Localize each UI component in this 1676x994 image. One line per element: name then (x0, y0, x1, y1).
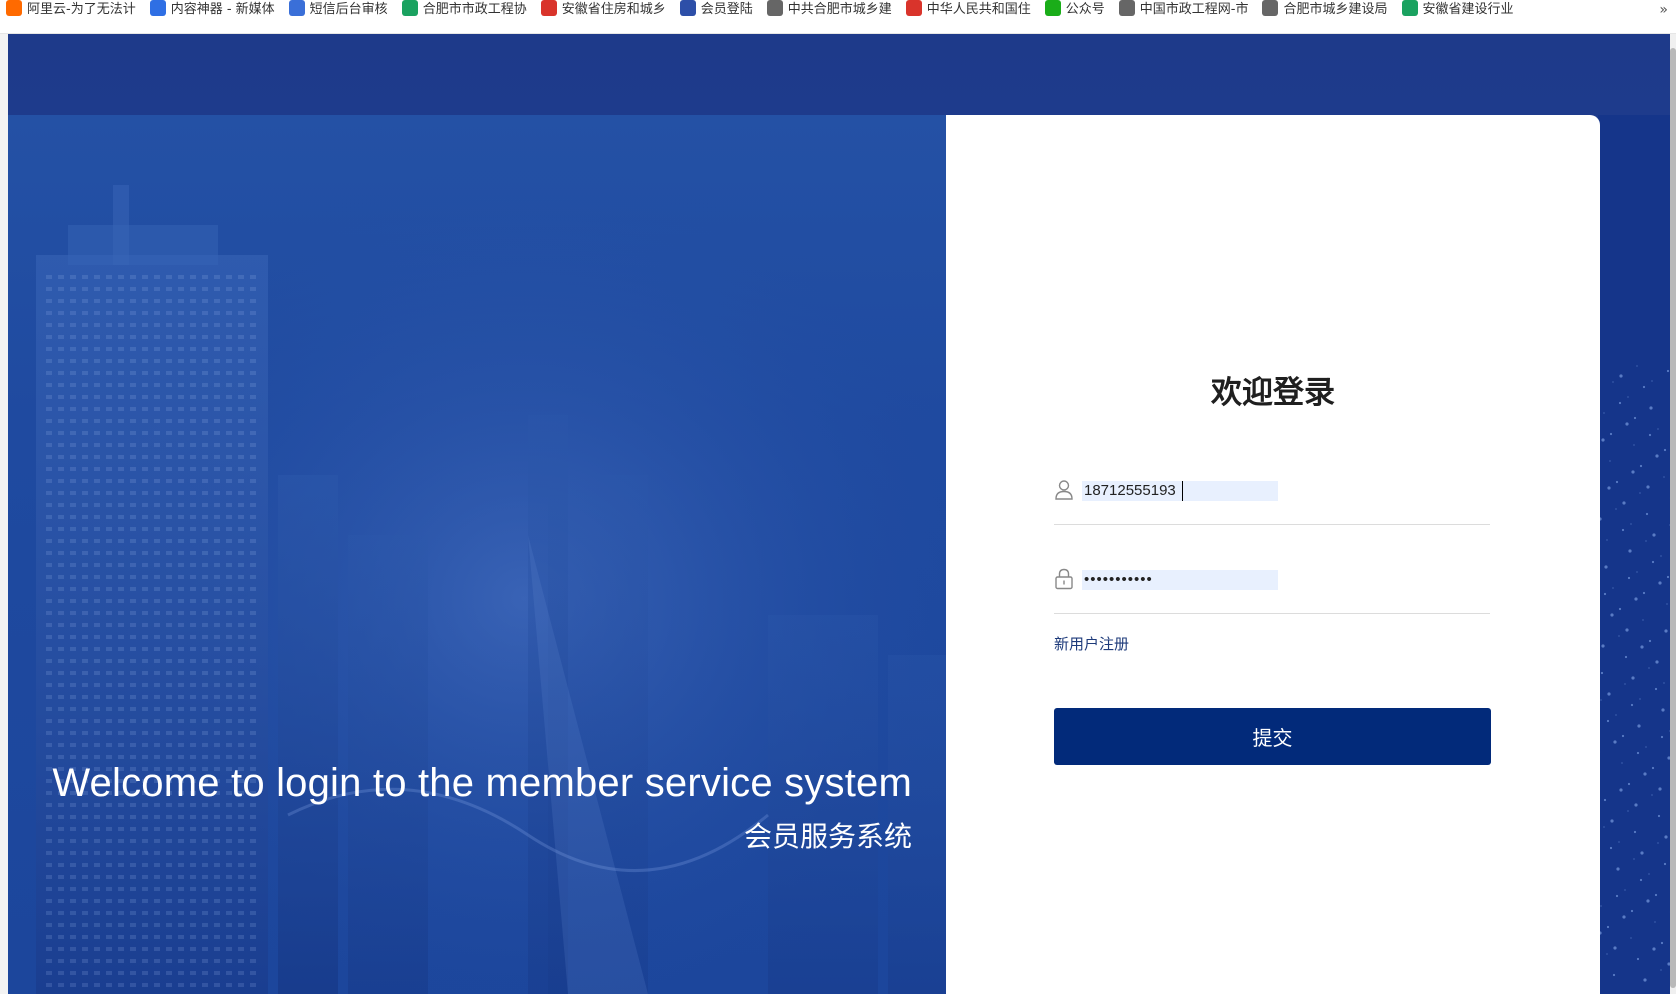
welcome-chinese-subheading: 会员服务系统 (743, 820, 912, 853)
bookmark-label: 短信后台审核 (309, 2, 388, 17)
globe-icon (766, 0, 783, 16)
login-card: 欢迎登录 新用户注册 提交 (946, 115, 1600, 994)
bookmark-item[interactable]: 短信后台审核 (288, 0, 388, 25)
username-input[interactable] (1082, 481, 1278, 501)
scrollbar-thumb[interactable] (1670, 48, 1676, 988)
sms-icon (288, 0, 305, 16)
bookmark-item[interactable]: 中华人民共和国住 (905, 0, 1031, 25)
content-icon (149, 0, 166, 16)
left-edge (0, 34, 8, 994)
user-icon (1055, 480, 1073, 500)
city-skyline-illustration (8, 115, 946, 994)
bookmark-item[interactable]: 中共合肥市城乡建 (766, 0, 892, 25)
city-lights-decoration (1598, 115, 1676, 994)
bookmark-label: 内容神器 - 新媒体 (170, 2, 275, 17)
welcome-english-heading: Welcome to login to the member service s… (52, 761, 912, 805)
lock-icon (1055, 568, 1073, 590)
login-title: 欢迎登录 (1211, 375, 1335, 411)
bookmark-label: 中国市政工程网-市 (1139, 2, 1249, 17)
bookmark-item[interactable]: 安徽省住房和城乡 (540, 0, 666, 25)
shield-icon (1401, 0, 1418, 16)
bookmark-item[interactable]: 内容神器 - 新媒体 (149, 0, 275, 25)
bookmark-label: 安徽省住房和城乡 (561, 2, 666, 17)
bookmark-label: 中华人民共和国住 (926, 2, 1031, 17)
bookmark-item[interactable]: 会员登陆 (679, 0, 753, 25)
page-stage: Welcome to login to the member service s… (8, 34, 1676, 994)
register-link[interactable]: 新用户注册 (1054, 633, 1129, 654)
bookmark-item[interactable]: 安徽省建设行业 (1401, 0, 1514, 25)
bookmark-item[interactable]: 阿里云-为了无法计 (6, 0, 136, 25)
bookmark-item[interactable]: 公众号 (1044, 0, 1105, 25)
bookmark-label: 公众号 (1065, 2, 1105, 17)
password-field (1054, 554, 1490, 614)
bookmark-label: 会员登陆 (700, 2, 753, 17)
city-hero-panel: Welcome to login to the member service s… (8, 115, 946, 994)
submit-button[interactable]: 提交 (1054, 708, 1491, 765)
wechat-icon (1044, 0, 1061, 16)
bookmark-label: 安徽省建设行业 (1422, 2, 1514, 17)
bookmark-label: 阿里云-为了无法计 (27, 2, 136, 17)
username-field (1054, 465, 1490, 525)
bookmarks-bar: 阿里云-为了无法计 内容神器 - 新媒体 短信后台审核 合肥市市政工程协 安徽省住房和城… (0, 0, 1676, 34)
password-input[interactable] (1082, 570, 1278, 590)
emblem-icon (905, 0, 922, 16)
more-bookmarks-icon[interactable]: » (1659, 2, 1668, 18)
globe-icon (1262, 0, 1279, 16)
gov-icon (540, 0, 557, 16)
globe-icon (1118, 0, 1135, 16)
bookmark-label: 合肥市市政工程协 (422, 2, 527, 17)
aliyun-icon (6, 0, 22, 16)
bookmark-label: 合肥市城乡建设局 (1283, 2, 1388, 17)
member-icon (679, 0, 696, 16)
bookmark-label: 中共合肥市城乡建 (787, 2, 892, 17)
v-icon (401, 0, 418, 16)
bookmark-item[interactable]: 合肥市市政工程协 (401, 0, 527, 25)
bookmark-item[interactable]: 合肥市城乡建设局 (1262, 0, 1388, 25)
text-caret (1182, 481, 1183, 501)
bookmark-item[interactable]: 中国市政工程网-市 (1118, 0, 1249, 25)
